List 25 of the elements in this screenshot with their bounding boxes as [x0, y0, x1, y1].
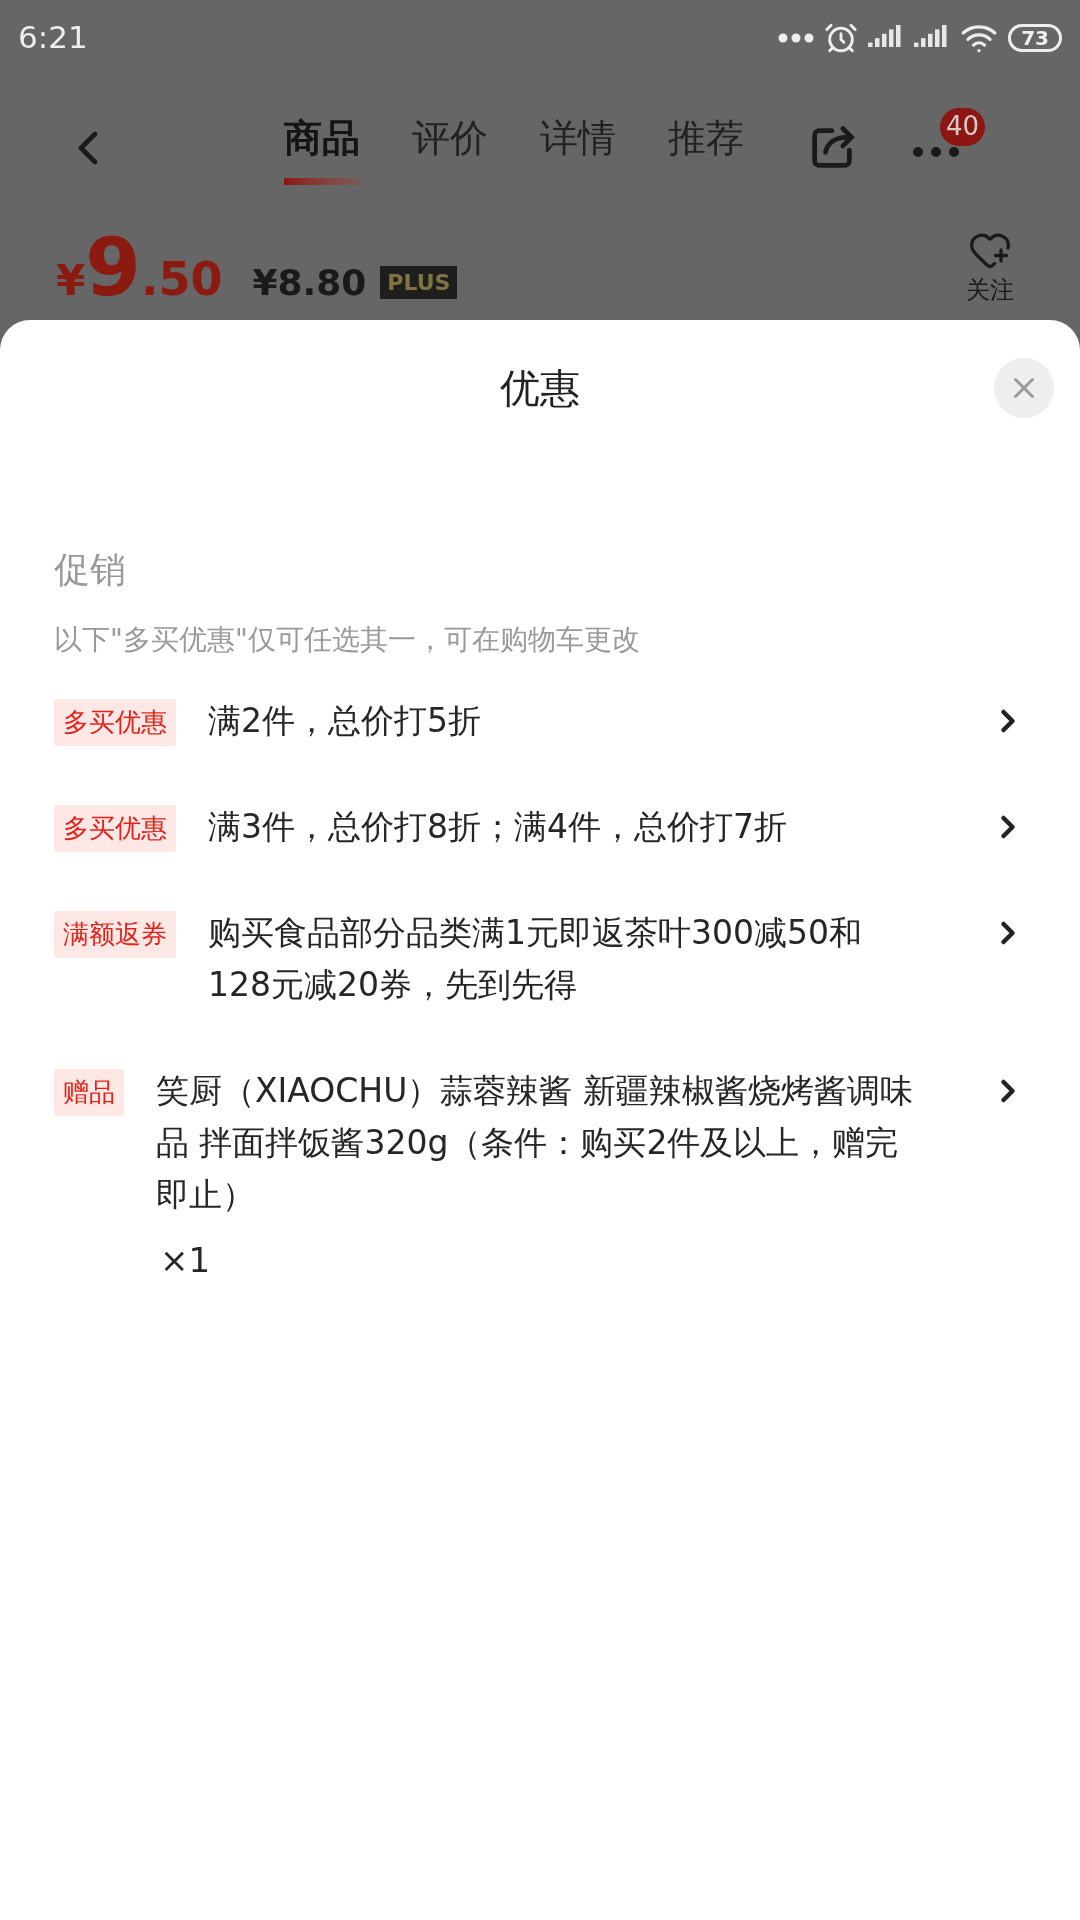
offer-text: 满2件，总价打5折 [208, 700, 482, 742]
plus-price: ¥8.80 [252, 261, 367, 305]
status-time: 6:21 [18, 18, 88, 58]
offer-tag: 多买优惠 [54, 805, 176, 852]
note-text: 以下"多买优惠"仅可任选其一，可在购物车更改 [54, 622, 641, 658]
quantity-text: ×1 [160, 1239, 212, 1282]
nav-tab[interactable]: 详情 [540, 110, 616, 185]
offer-tag: 满额返券 [54, 911, 176, 958]
battery-indicator: 73 [1008, 23, 1062, 52]
nav-tab[interactable]: 商品 [284, 110, 360, 185]
more-icon[interactable] [912, 145, 960, 158]
notification-badge: 40 [940, 107, 986, 146]
plus-badge: PLUS [380, 266, 458, 299]
offer-tag: 多买优惠 [54, 699, 176, 746]
nav-tab[interactable]: 推荐 [668, 110, 744, 185]
follow-button[interactable]: 关注 [966, 228, 1014, 308]
offer-text: 笑厨（XIAOCHU）蒜蓉辣酱 新疆辣椒酱烧烤酱调味品 拌面拌饭酱320g（条件：购买2件及以上，赠完即止） [156, 1070, 914, 1216]
nav-tab[interactable]: 评价 [412, 110, 488, 185]
offer-tag: 赠品 [54, 1069, 124, 1116]
offer-text: 购买食品部分品类满1元即返茶叶300减50和128元减20券，先到先得 [208, 912, 863, 1006]
sheet-title: 优惠 [500, 363, 580, 413]
section-title: 促销 [54, 548, 127, 592]
offer-text: 满3件，总价打8折；满4件，总价打7折 [208, 806, 788, 848]
more-icon [778, 32, 815, 43]
price-text: ¥9.50 [56, 228, 223, 314]
